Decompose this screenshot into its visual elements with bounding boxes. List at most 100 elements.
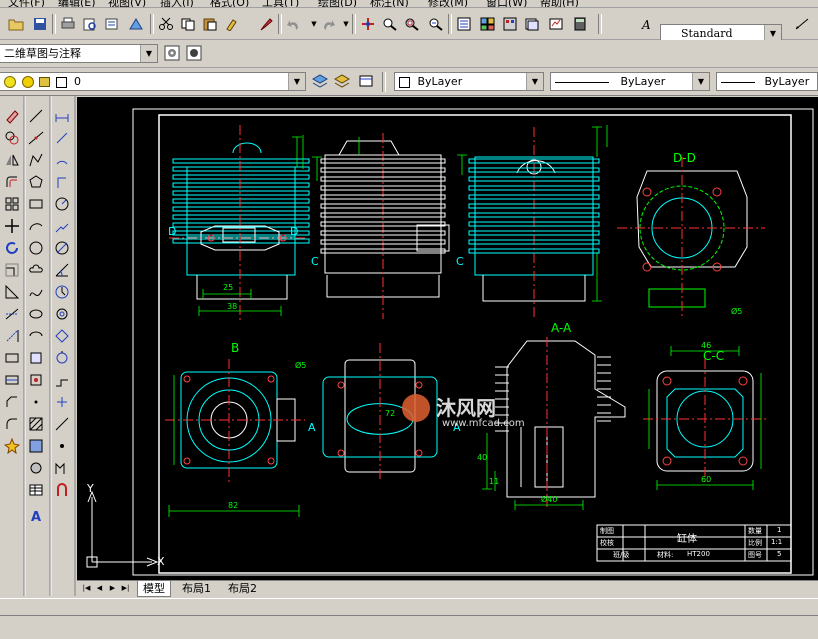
polygon-icon[interactable]	[26, 172, 46, 192]
aligned-dimension-icon[interactable]	[52, 128, 72, 148]
mirror-icon[interactable]	[2, 150, 22, 170]
menu-help[interactable]: 帮助(H)	[540, 0, 579, 7]
spline-icon[interactable]	[26, 282, 46, 302]
color-select[interactable]: ByLayer ▼	[394, 72, 544, 91]
explode-icon[interactable]	[2, 436, 22, 456]
menu-window[interactable]: 窗口(W)	[486, 0, 527, 7]
design-center-icon[interactable]	[478, 14, 498, 34]
insert-block-icon[interactable]	[26, 348, 46, 368]
workspace-settings-icon[interactable]	[162, 43, 182, 63]
make-block-icon[interactable]	[26, 370, 46, 390]
prev-tab-icon[interactable]: ◀	[94, 583, 105, 594]
continue-dimension-icon[interactable]	[52, 326, 72, 346]
make-current-layer-icon[interactable]	[310, 71, 330, 91]
tab-layout2[interactable]: 布局2	[223, 581, 262, 596]
dimension-edit-icon[interactable]	[52, 480, 72, 500]
menu-format[interactable]: 格式(O)	[210, 0, 249, 7]
menu-file[interactable]: 文件(F)	[8, 0, 45, 7]
circle-icon[interactable]	[26, 238, 46, 258]
menu-draw[interactable]: 绘图(D)	[318, 0, 357, 7]
model-space-canvas[interactable]: D-D B A-A C-C D D C C A A 25 38 82 72 Ø4…	[77, 97, 818, 580]
ellipse-icon[interactable]	[26, 304, 46, 324]
sheet-set-icon[interactable]	[522, 14, 542, 34]
tab-model[interactable]: 模型	[137, 581, 171, 597]
ordinate-dimension-icon[interactable]	[52, 172, 72, 192]
paste-icon[interactable]	[200, 14, 220, 34]
tolerance-icon[interactable]	[52, 392, 72, 412]
diameter-dimension-icon[interactable]	[52, 238, 72, 258]
scale-icon[interactable]	[2, 260, 22, 280]
radius-dimension-icon[interactable]	[52, 194, 72, 214]
offset-icon[interactable]	[2, 172, 22, 192]
linetype-select[interactable]: ByLayer ▼	[550, 72, 710, 91]
trim-icon[interactable]	[2, 304, 22, 324]
dimension-space-icon[interactable]	[52, 348, 72, 368]
calculator-icon[interactable]	[570, 14, 590, 34]
cut-icon[interactable]	[156, 14, 176, 34]
next-tab-icon[interactable]: ▶	[107, 583, 118, 594]
copy-object-icon[interactable]	[2, 128, 22, 148]
zoom-realtime-icon[interactable]	[380, 14, 400, 34]
save-icon[interactable]	[30, 14, 50, 34]
polyline-icon[interactable]	[26, 150, 46, 170]
menu-modify[interactable]: 修改(M)	[428, 0, 468, 7]
table-icon[interactable]	[26, 480, 46, 500]
ellipse-arc-icon[interactable]	[26, 326, 46, 346]
workspace-select[interactable]: 二维草图与注释 ▼	[0, 44, 158, 63]
open-icon[interactable]	[6, 14, 26, 34]
menu-view[interactable]: 视图(V)	[108, 0, 146, 7]
rotate-icon[interactable]	[2, 238, 22, 258]
move-icon[interactable]	[2, 216, 22, 236]
tool-palettes-icon[interactable]	[500, 14, 520, 34]
extend-icon[interactable]	[2, 326, 22, 346]
chamfer-icon[interactable]	[2, 392, 22, 412]
revision-cloud-icon[interactable]	[26, 260, 46, 280]
paintbrush-icon[interactable]	[256, 14, 276, 34]
erase-icon[interactable]	[2, 106, 22, 126]
jogged-dimension-icon[interactable]	[52, 216, 72, 236]
menu-insert[interactable]: 插入(I)	[160, 0, 194, 7]
fillet-icon[interactable]	[2, 414, 22, 434]
pan-icon[interactable]	[358, 14, 378, 34]
dimension-style-icon[interactable]	[792, 14, 812, 34]
rectangle-icon[interactable]	[26, 194, 46, 214]
join-icon[interactable]	[2, 370, 22, 390]
hatch-icon[interactable]	[26, 414, 46, 434]
inspection-icon[interactable]	[52, 436, 72, 456]
undo-icon[interactable]	[284, 14, 304, 34]
gradient-icon[interactable]	[26, 436, 46, 456]
stretch-icon[interactable]	[2, 282, 22, 302]
multiline-text-icon[interactable]: A	[26, 506, 46, 526]
tab-layout1[interactable]: 布局1	[177, 581, 216, 596]
first-tab-icon[interactable]: |◀	[81, 583, 92, 594]
plot-icon[interactable]	[126, 14, 146, 34]
region-icon[interactable]	[26, 458, 46, 478]
text-style-icon[interactable]: A	[638, 14, 658, 34]
properties-icon[interactable]	[454, 14, 474, 34]
array-icon[interactable]	[2, 194, 22, 214]
jogged-linear-icon[interactable]	[52, 458, 72, 478]
zoom-window-icon[interactable]	[402, 14, 422, 34]
match-properties-icon[interactable]	[222, 14, 242, 34]
layer-manager-icon[interactable]	[356, 71, 376, 91]
quick-dimension-icon[interactable]	[52, 282, 72, 302]
menu-tools[interactable]: 工具(T)	[262, 0, 299, 7]
layer-select[interactable]: 0 ▼	[0, 72, 306, 91]
arc-icon[interactable]	[26, 216, 46, 236]
line-icon[interactable]	[26, 106, 46, 126]
redo-icon[interactable]	[318, 14, 338, 34]
arc-length-icon[interactable]	[52, 150, 72, 170]
center-mark-icon[interactable]	[52, 414, 72, 434]
point-icon[interactable]	[26, 392, 46, 412]
linear-dimension-icon[interactable]	[52, 106, 72, 126]
break-icon[interactable]	[2, 348, 22, 368]
markup-icon[interactable]	[546, 14, 566, 34]
last-tab-icon[interactable]: ▶|	[120, 583, 131, 594]
layer-previous-icon[interactable]	[332, 71, 352, 91]
angular-dimension-icon[interactable]	[52, 260, 72, 280]
publish-icon[interactable]	[102, 14, 122, 34]
baseline-dimension-icon[interactable]	[52, 304, 72, 324]
print-icon[interactable]	[58, 14, 78, 34]
construction-line-icon[interactable]	[26, 128, 46, 148]
menu-dimension[interactable]: 标注(N)	[370, 0, 409, 7]
